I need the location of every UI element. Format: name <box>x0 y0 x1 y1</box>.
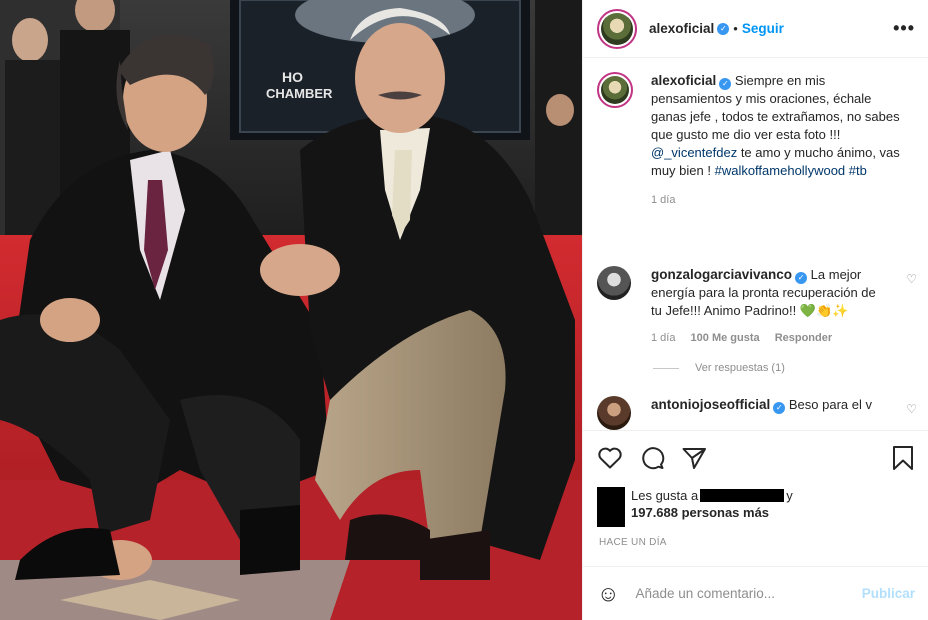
photo-illustration: HO CHAMBER RCE <box>0 0 582 620</box>
comment-like-heart-icon[interactable]: ♡ <box>906 402 917 416</box>
post-photo[interactable]: HO CHAMBER RCE <box>0 0 582 620</box>
action-icons <box>583 431 928 471</box>
caption-time[interactable]: 1 día <box>651 194 675 206</box>
view-replies-button[interactable]: Ver respuestas (1) <box>583 362 928 374</box>
author-username[interactable]: alexoficial <box>649 21 714 36</box>
reply-button[interactable]: Responder <box>775 332 832 344</box>
post-actions: Les gusta a y 197.688 personas más HACE U… <box>583 430 928 570</box>
likes-summary[interactable]: Les gusta a y 197.688 personas más <box>583 471 928 527</box>
likes-suffix: y <box>786 488 793 503</box>
replies-divider <box>653 367 679 369</box>
comment-text: antoniojoseofficial ✓ Beso para el v <box>651 396 889 430</box>
comment-item: antoniojoseofficial ✓ Beso para el v ♡ <box>583 396 928 430</box>
caption-meta: 1 día <box>651 194 901 206</box>
post-timestamp[interactable]: HACE UN DÍA <box>583 527 928 548</box>
caption-username[interactable]: alexoficial <box>651 73 716 88</box>
likes-line-1: Les gusta a y <box>631 487 793 504</box>
likes-count[interactable]: 197.688 personas más <box>631 505 769 520</box>
comment-meta: 1 día 100 Me gusta Responder <box>651 332 889 344</box>
verified-icon: ✓ <box>773 402 786 414</box>
caption: alexoficial ✓ Siempre en mis pensamientos… <box>583 72 928 254</box>
comment-input[interactable] <box>635 586 846 601</box>
comment-composer: ☺ Publicar <box>583 566 928 620</box>
comment-text: gonzalogarciavivanco ✓ La mejor energía p… <box>651 266 889 320</box>
verified-icon: ✓ <box>717 22 730 35</box>
likes-prefix: Les gusta a <box>631 488 699 503</box>
comments-list[interactable]: alexoficial ✓ Siempre en mis pensamientos… <box>583 72 928 430</box>
author-avatar-small[interactable] <box>597 72 633 108</box>
share-icon[interactable] <box>681 446 707 470</box>
verified-icon: ✓ <box>719 78 732 90</box>
comment-time[interactable]: 1 día <box>651 332 675 344</box>
hashtag-link[interactable]: #walkoffamehollywood <box>715 163 846 178</box>
post-header: alexoficial ✓ • Seguir ••• <box>583 0 928 58</box>
follow-button[interactable]: Seguir <box>742 21 784 36</box>
caption-text: alexoficial ✓ Siempre en mis pensamientos… <box>651 72 901 180</box>
heart-icon[interactable] <box>597 446 623 470</box>
emoji-icon[interactable]: ☺ <box>597 581 619 607</box>
more-icon[interactable]: ••• <box>893 18 915 39</box>
likes-line-2[interactable]: 197.688 personas más <box>631 504 793 521</box>
mention-link[interactable]: @_vicentefdez <box>651 145 737 160</box>
redacted-avatar <box>597 487 625 527</box>
commenter-username[interactable]: gonzalogarciavivanco <box>651 267 792 282</box>
verified-icon: ✓ <box>795 272 808 284</box>
post-side-panel: alexoficial ✓ • Seguir ••• alexoficial ✓ … <box>582 0 928 620</box>
commenter-username[interactable]: antoniojoseofficial <box>651 397 770 412</box>
author-avatar[interactable] <box>597 8 637 49</box>
commenter-avatar[interactable] <box>597 266 631 300</box>
bookmark-icon[interactable] <box>891 445 915 471</box>
comment-item: gonzalogarciavivanco ✓ La mejor energía p… <box>583 266 928 344</box>
comment-like-heart-icon[interactable]: ♡ <box>906 272 917 286</box>
publish-button[interactable]: Publicar <box>862 586 915 601</box>
redacted-username <box>700 489 785 502</box>
commenter-avatar[interactable] <box>597 396 631 430</box>
view-replies-label: Ver respuestas (1) <box>695 362 785 374</box>
comment-body: Beso para el v <box>788 397 872 412</box>
comment-likes[interactable]: 100 Me gusta <box>691 332 760 344</box>
comment-icon[interactable] <box>639 446 665 470</box>
separator-dot: • <box>733 21 738 36</box>
banner-text-1: HO <box>282 69 303 85</box>
hashtag-link[interactable]: #tb <box>849 163 867 178</box>
